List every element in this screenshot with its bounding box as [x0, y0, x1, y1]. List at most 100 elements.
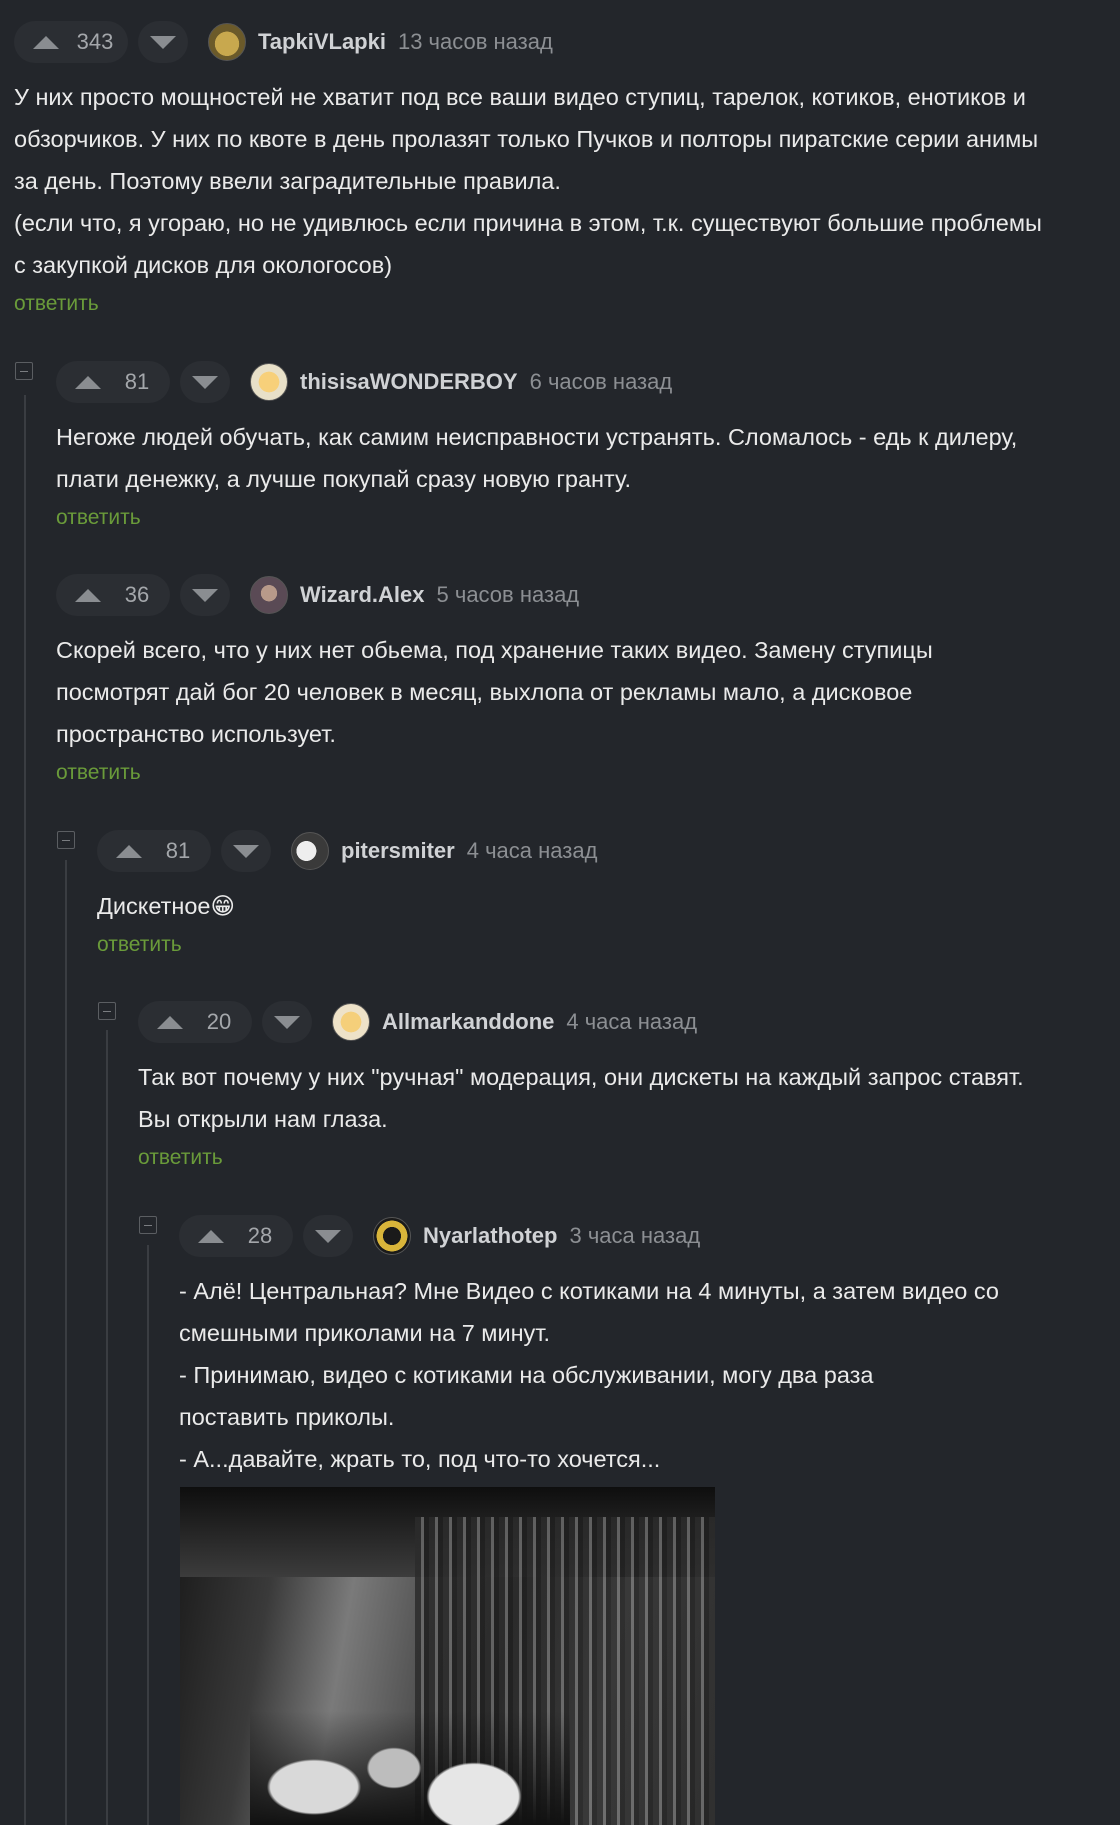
arrow-down-icon [192, 375, 218, 389]
text-line: с закупкой дисков для окологосов) [14, 252, 393, 278]
thread-line [147, 1245, 149, 1825]
comment-header: 81 thisisaWONDERBOY 6 часов назад [56, 360, 1116, 404]
arrow-down-icon [150, 35, 176, 49]
comment-text: У них просто мощностей не хватит под все… [14, 76, 1114, 286]
rating: 81 [165, 838, 191, 863]
comment: 20 Allmarkanddone 4 часа назад Так вот п… [138, 1000, 1113, 1170]
avatar[interactable] [373, 1217, 411, 1255]
vote-box: 343 [14, 21, 128, 63]
text-line: посмотрят дай бог 20 человек в месяц, вы… [56, 679, 913, 705]
author-name[interactable]: pitersmiter [341, 838, 455, 864]
arrow-up-icon [33, 35, 59, 49]
reply-link[interactable]: ответить [14, 292, 99, 316]
timestamp[interactable]: 5 часов назад [437, 582, 580, 608]
upvote-button[interactable] [111, 833, 147, 869]
author-name[interactable]: TapkiVLapki [258, 29, 386, 55]
downvote-button[interactable] [262, 1001, 312, 1043]
upvote-button[interactable] [28, 24, 64, 60]
comment-text: Скорей всего, что у них нет обьема, под … [56, 629, 1116, 755]
rating: 36 [124, 582, 150, 607]
text-line: поставить приколы. [179, 1404, 395, 1430]
thread-line [24, 395, 26, 1825]
avatar[interactable] [250, 363, 288, 401]
arrow-up-icon [75, 375, 101, 389]
text-line: Дискетное😁 [97, 885, 1107, 927]
downvote-button[interactable] [138, 21, 188, 63]
text-line: Скорей всего, что у них нет обьема, под … [56, 637, 933, 663]
avatar[interactable] [332, 1003, 370, 1041]
comment-header: 20 Allmarkanddone 4 часа назад [138, 1000, 1113, 1044]
author-name[interactable]: Wizard.Alex [300, 582, 425, 608]
upvote-button[interactable] [193, 1218, 229, 1254]
rating: 343 [76, 29, 114, 54]
upvote-button[interactable] [70, 364, 106, 400]
timestamp[interactable]: 13 часов назад [398, 29, 553, 55]
upvote-button[interactable] [70, 577, 106, 613]
collapse-toggle[interactable] [139, 1216, 157, 1234]
comment: 343 TapkiVLapki 13 часов назад У них про… [14, 20, 1114, 316]
vote-box: 36 [56, 574, 170, 616]
rating: 20 [206, 1009, 232, 1034]
vote-box: 28 [179, 1215, 293, 1257]
author-name[interactable]: Nyarlathotep [423, 1223, 557, 1249]
comment: 28 Nyarlathotep 3 часа назад - Алё! Цент… [179, 1214, 1114, 1480]
comment-header: 36 Wizard.Alex 5 часов назад [56, 573, 1116, 617]
text-line: Негоже людей обучать, как самим неисправ… [56, 424, 1018, 450]
reply-link[interactable]: ответить [138, 1146, 223, 1170]
text-line: Вы открыли нам глаза. [138, 1106, 388, 1132]
vote-box: 81 [97, 830, 211, 872]
collapse-toggle[interactable] [15, 362, 33, 380]
comment-header: 343 TapkiVLapki 13 часов назад [14, 20, 1114, 64]
reply-link[interactable]: ответить [97, 933, 182, 957]
downvote-button[interactable] [180, 361, 230, 403]
arrow-down-icon [315, 1229, 341, 1243]
author-name[interactable]: Allmarkanddone [382, 1009, 554, 1035]
arrow-up-icon [75, 588, 101, 602]
avatar[interactable] [291, 832, 329, 870]
avatar[interactable] [208, 23, 246, 61]
upvote-button[interactable] [152, 1004, 188, 1040]
arrow-down-icon [233, 844, 259, 858]
photo-operators [250, 1635, 570, 1825]
timestamp[interactable]: 3 часа назад [569, 1223, 700, 1249]
comment: 36 Wizard.Alex 5 часов назад Скорей всег… [56, 573, 1116, 785]
collapse-toggle[interactable] [57, 831, 75, 849]
text-line: обзорчиков. У них по квоте в день пролаз… [14, 126, 1039, 152]
timestamp[interactable]: 4 часа назад [467, 838, 598, 864]
text-line: пространство использует. [56, 721, 336, 747]
text-line: за день. Поэтому ввели заградительные пр… [14, 168, 561, 194]
text-line: - Принимаю, видео с котиками на обслужив… [179, 1362, 874, 1388]
text-span: Дискетное [97, 893, 211, 919]
comment: 81 thisisaWONDERBOY 6 часов назад Негоже… [56, 360, 1116, 530]
downvote-button[interactable] [303, 1215, 353, 1257]
text-line: - Алё! Центральная? Мне Видео с котиками… [179, 1278, 999, 1304]
downvote-button[interactable] [180, 574, 230, 616]
text-line: смешными приколами на 7 минут. [179, 1320, 550, 1346]
text-line: Так вот почему у них "ручная" модерация,… [138, 1064, 1024, 1090]
downvote-button[interactable] [221, 830, 271, 872]
comment-text: Негоже людей обучать, как самим неисправ… [56, 416, 1116, 500]
thread-line [106, 1030, 108, 1825]
timestamp[interactable]: 6 часов назад [530, 369, 673, 395]
grin-emoji-icon: 😁 [210, 893, 236, 919]
collapse-toggle[interactable] [98, 1002, 116, 1020]
comment: 81 pitersmiter 4 часа назад Дискетное😁 о… [97, 829, 1107, 957]
text-line: плати денежку, а лучше покупай сразу нов… [56, 466, 631, 492]
switchboard-photo[interactable] [180, 1487, 715, 1825]
timestamp[interactable]: 4 часа назад [566, 1009, 697, 1035]
thread-line [65, 860, 67, 1825]
arrow-up-icon [198, 1229, 224, 1243]
comment-header: 28 Nyarlathotep 3 часа назад [179, 1214, 1114, 1258]
comment-header: 81 pitersmiter 4 часа назад [97, 829, 1107, 873]
reply-link[interactable]: ответить [56, 761, 141, 785]
author-name[interactable]: thisisaWONDERBOY [300, 369, 518, 395]
rating: 81 [124, 369, 150, 394]
arrow-up-icon [157, 1015, 183, 1029]
text-line: У них просто мощностей не хватит под все… [14, 84, 1026, 110]
comment-text: - Алё! Центральная? Мне Видео с котиками… [179, 1270, 1114, 1480]
reply-link[interactable]: ответить [56, 506, 141, 530]
avatar[interactable] [250, 576, 288, 614]
vote-box: 20 [138, 1001, 252, 1043]
comment-text: Дискетное😁 [97, 885, 1107, 927]
arrow-down-icon [192, 588, 218, 602]
